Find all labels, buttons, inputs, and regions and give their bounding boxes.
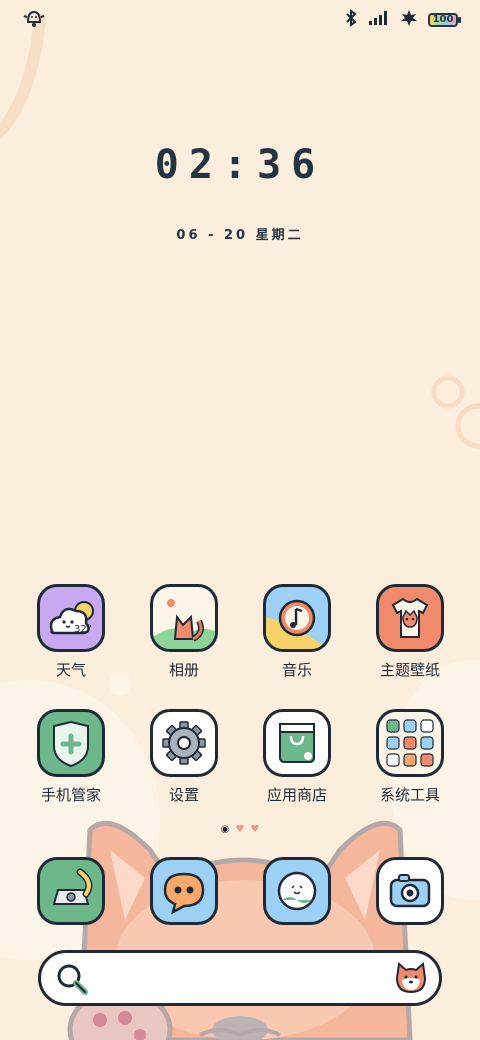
app-label: 系统工具 (379, 786, 440, 804)
app-label: 设置 (168, 786, 199, 804)
maple-leaf-icon (400, 9, 418, 31)
phone-icon[interactable] (37, 857, 105, 925)
app-store-icon (263, 709, 331, 777)
bluetooth-icon (344, 9, 358, 31)
browser-icon[interactable] (263, 857, 331, 925)
battery-indicator: 100 (428, 13, 461, 27)
clock-time: 02:36 (154, 142, 326, 188)
settings-icon (150, 709, 218, 777)
search-bar[interactable] (38, 950, 442, 1006)
system-tools-icon (376, 709, 444, 777)
music-icon (263, 584, 331, 652)
weather-icon: 32° (37, 584, 105, 652)
page-dot-cat-icon[interactable]: ◉ (221, 824, 230, 835)
messages-icon[interactable] (150, 857, 218, 925)
search-icon[interactable] (55, 962, 89, 1000)
status-bar: 100 (0, 0, 480, 40)
notification-bell-icon[interactable] (22, 8, 46, 32)
status-icons: 100 (344, 9, 461, 31)
app-label: 音乐 (281, 661, 312, 679)
camera-icon[interactable] (376, 857, 444, 925)
app-label: 相册 (168, 661, 199, 679)
page-indicator[interactable]: ◉ ♥ ♥ (0, 824, 480, 835)
app-phone-manager[interactable]: 手机管家 (21, 709, 121, 805)
phone-manager-icon (37, 709, 105, 777)
app-label: 应用商店 (266, 786, 327, 804)
signal-icon (368, 10, 390, 30)
page-dot-heart-icon[interactable]: ♥ (235, 824, 244, 835)
shiba-mascot-icon[interactable] (393, 960, 429, 1000)
gallery-icon (150, 584, 218, 652)
clock-date: 06 - 20 星期二 (176, 228, 304, 243)
app-label: 天气 (55, 661, 86, 679)
theme-icon (376, 584, 444, 652)
app-themes[interactable]: 主题壁纸 (360, 584, 460, 680)
weather-temp: 32° (74, 624, 92, 635)
app-system-tools[interactable]: 系统工具 (360, 709, 460, 805)
app-store[interactable]: 应用商店 (247, 709, 347, 805)
app-settings[interactable]: 设置 (134, 709, 234, 805)
app-gallery[interactable]: 相册 (134, 584, 234, 680)
app-weather[interactable]: 32° 天气 (21, 584, 121, 680)
app-label: 手机管家 (40, 786, 101, 804)
page-dot-heart-icon[interactable]: ♥ (250, 824, 259, 835)
app-label: 主题壁纸 (379, 661, 440, 679)
app-music[interactable]: 音乐 (247, 584, 347, 680)
